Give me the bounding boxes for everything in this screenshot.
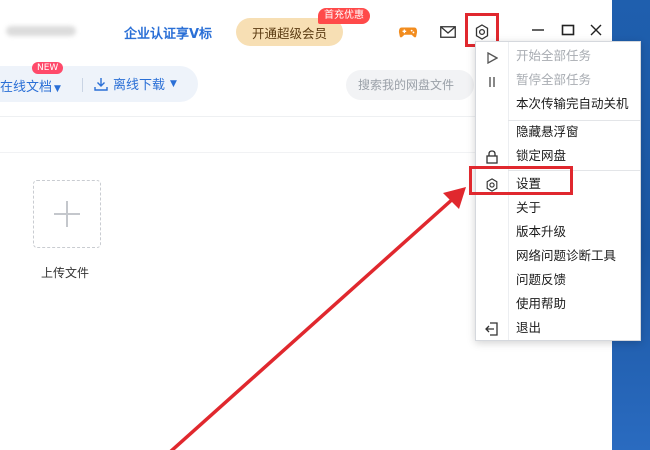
- menu-item-exit[interactable]: 退出: [516, 318, 541, 338]
- menu-item-about[interactable]: 关于: [516, 198, 541, 218]
- first-charge-badge: 首充优惠: [318, 8, 370, 24]
- upload-file-label: 上传文件: [41, 266, 90, 280]
- upload-file-button[interactable]: [33, 180, 101, 248]
- menu-item-upgrade[interactable]: 版本升级: [516, 222, 566, 242]
- plus-icon: [54, 201, 80, 227]
- maximize-button[interactable]: [558, 22, 578, 42]
- offline-download-dropdown[interactable]: 离线下载 ▼: [94, 74, 177, 93]
- toolbar-divider: [82, 78, 83, 92]
- download-icon: [94, 77, 108, 91]
- menu-separator: [508, 120, 640, 121]
- super-vip-label: 开通超级会员: [251, 25, 327, 41]
- exit-icon: [483, 320, 501, 338]
- close-button[interactable]: [586, 22, 606, 42]
- new-badge: NEW: [32, 62, 64, 74]
- online-docs-label: 在线文档: [0, 80, 53, 95]
- account-name-blurred: [6, 26, 76, 36]
- enterprise-vip-link[interactable]: 企业认证享V标: [124, 23, 212, 42]
- search-placeholder: 搜索我的网盘文件: [358, 78, 455, 92]
- menu-item-start-all: 开始全部任务: [516, 48, 592, 63]
- menu-item-pause-all: 暂停全部任务: [516, 72, 592, 87]
- game-controller-icon[interactable]: [398, 22, 418, 42]
- caret-down-icon: ▼: [54, 84, 61, 94]
- minimize-button[interactable]: [528, 22, 548, 42]
- menu-item-hide-float-window[interactable]: 隐藏悬浮窗: [516, 122, 579, 142]
- menu-item-lock-drive[interactable]: 锁定网盘: [516, 146, 566, 166]
- settings-highlight-annotation: [469, 166, 573, 195]
- mail-icon[interactable]: [438, 22, 458, 42]
- menu-item-help[interactable]: 使用帮助: [516, 294, 566, 314]
- search-input[interactable]: 搜索我的网盘文件: [346, 70, 474, 100]
- caret-down-icon: ▼: [170, 78, 177, 89]
- pause-icon: [483, 73, 501, 91]
- menu-item-feedback[interactable]: 问题反馈: [516, 270, 566, 290]
- lock-icon: [483, 148, 501, 166]
- play-icon: [483, 49, 501, 67]
- menu-item-network-diagnosis[interactable]: 网络问题诊断工具: [516, 246, 616, 266]
- menu-item-auto-shutdown[interactable]: 本次传输完自动关机: [516, 94, 629, 114]
- offline-download-label: 离线下载: [113, 78, 166, 93]
- online-docs-dropdown[interactable]: 在线文档 ▼: [0, 76, 61, 95]
